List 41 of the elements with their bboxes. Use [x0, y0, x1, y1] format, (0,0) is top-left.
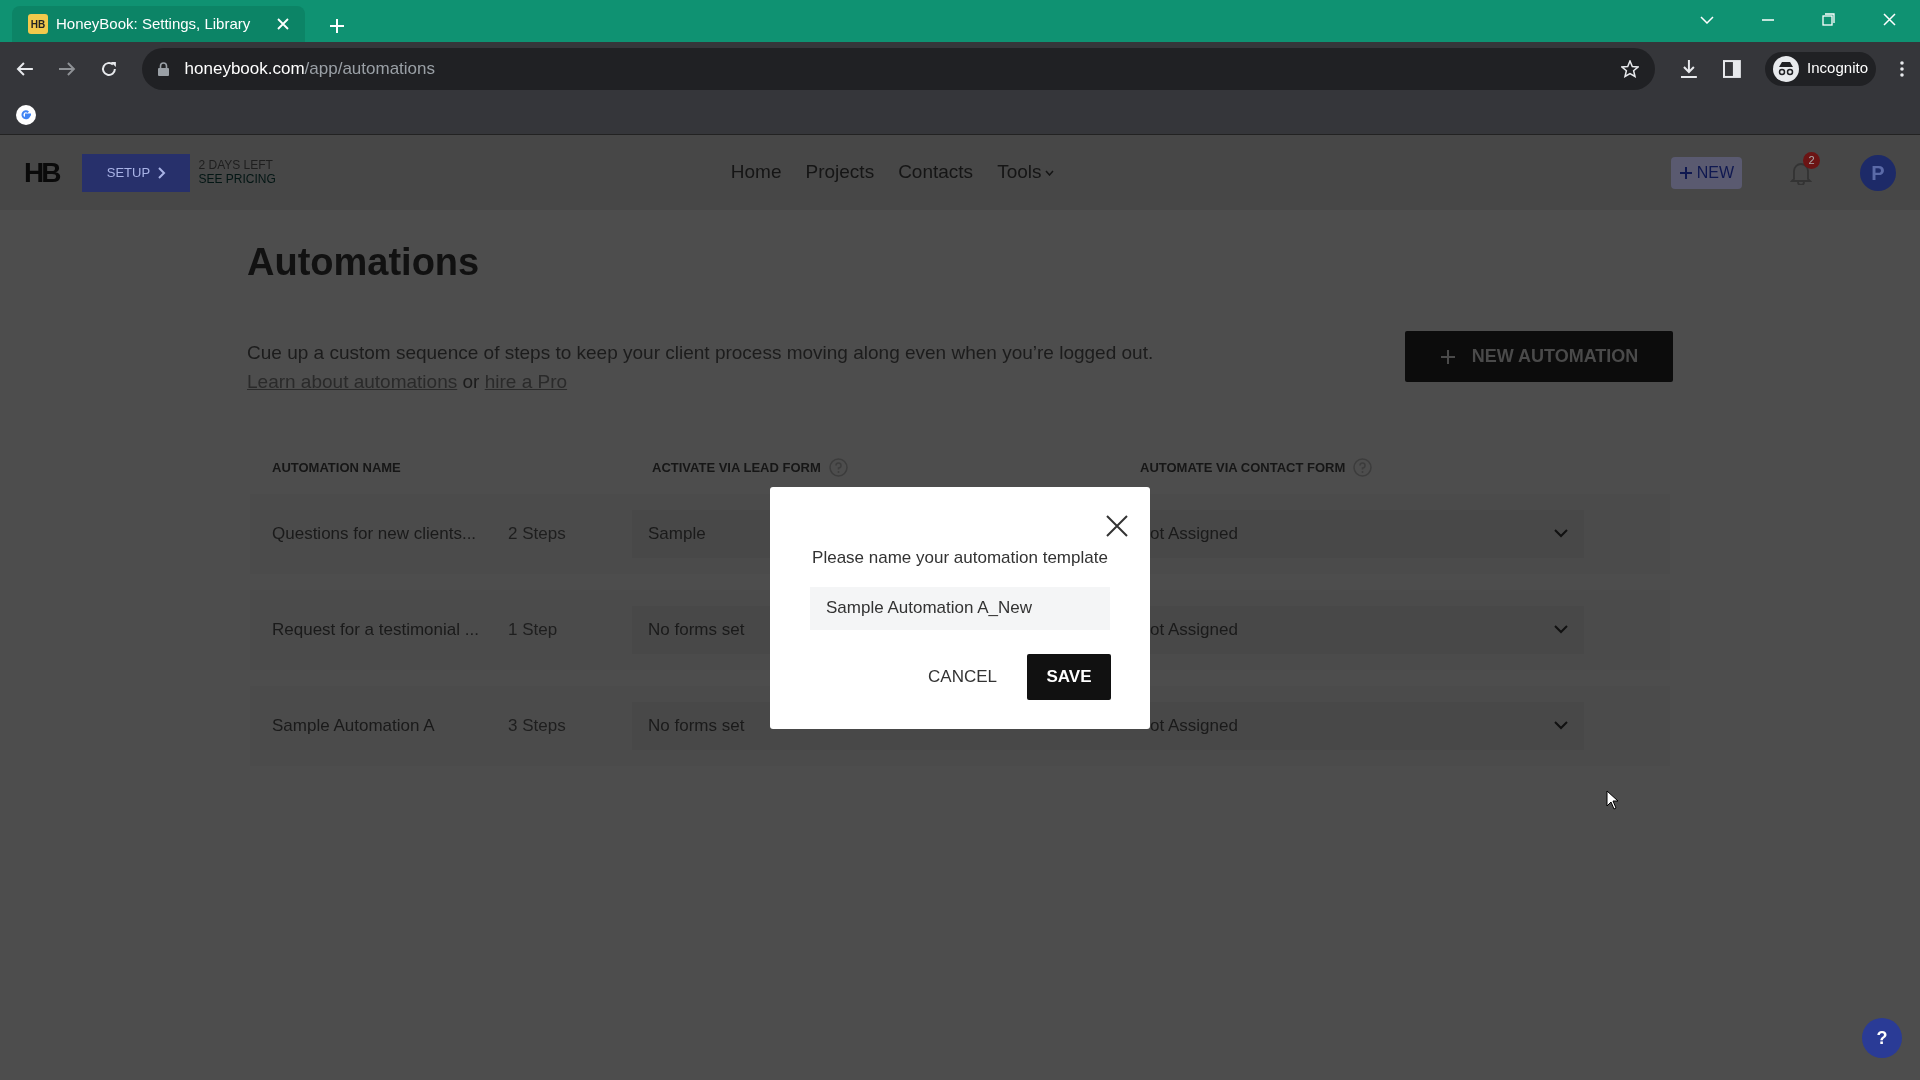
more-icon[interactable]: [1900, 60, 1904, 77]
new-automation-button[interactable]: NEW AUTOMATION: [1405, 331, 1673, 382]
star-icon[interactable]: [1621, 59, 1640, 78]
save-button[interactable]: SAVE: [1027, 653, 1111, 700]
setup-button[interactable]: SETUP: [82, 153, 191, 192]
help-button[interactable]: ?: [1862, 1018, 1902, 1058]
close-icon[interactable]: [1106, 515, 1128, 537]
tab-title[interactable]: HoneyBook: Settings, Library: [56, 12, 269, 36]
side-panel-icon[interactable]: [1723, 59, 1742, 78]
chevron-down-icon[interactable]: [1700, 15, 1714, 24]
chevron-right-icon: [158, 166, 167, 179]
forward-icon[interactable]: [57, 60, 76, 77]
cursor-icon: [1606, 790, 1620, 810]
restore-icon[interactable]: [1822, 13, 1835, 26]
notification-badge: 2: [1803, 152, 1820, 170]
avatar[interactable]: P: [1860, 154, 1896, 191]
chevron-down-icon: [1554, 625, 1568, 634]
plus-icon: [1439, 348, 1456, 365]
see-pricing-link[interactable]: SEE PRICING: [198, 172, 276, 186]
favicon: HB: [28, 14, 48, 34]
name-input-field[interactable]: Sample Automation A_New: [810, 586, 1110, 630]
dialog-prompt: Please name your automation template: [812, 547, 1108, 569]
minimize-icon[interactable]: [1762, 18, 1774, 21]
back-icon[interactable]: [16, 60, 34, 77]
chevron-down-icon: [1554, 721, 1568, 730]
url-text: honeybook.com/app/automations: [184, 57, 436, 80]
google-icon[interactable]: [16, 104, 36, 125]
new-button[interactable]: NEW: [1670, 156, 1742, 189]
cancel-button[interactable]: CANCEL: [922, 662, 1003, 691]
plus-icon: [1678, 165, 1693, 180]
lock-icon: [157, 61, 169, 76]
chevron-down-icon: [1554, 529, 1568, 538]
address-bar[interactable]: honeybook.com/app/automations: [141, 47, 1656, 90]
column-header: AUTOMATION NAME: [272, 459, 401, 477]
logo[interactable]: HB: [24, 151, 59, 194]
reload-icon[interactable]: [99, 59, 118, 78]
new-tab-icon[interactable]: [329, 18, 345, 34]
caret-icon: [1045, 169, 1055, 176]
download-icon[interactable]: [1679, 58, 1700, 79]
incognito-icon: [1773, 55, 1800, 82]
page-title: Automations: [247, 240, 481, 285]
